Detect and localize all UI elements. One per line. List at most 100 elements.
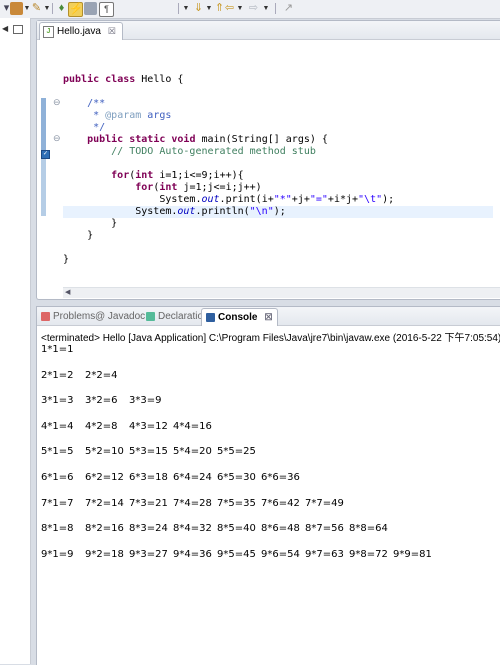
code-token: i=1;i<=9;i++){ xyxy=(159,170,244,181)
code-line[interactable]: * @param args xyxy=(63,110,493,122)
code-token: args xyxy=(141,110,172,121)
output-cell: 9*6=54 xyxy=(261,548,300,560)
code-line[interactable]: System.out.println("\n"); xyxy=(63,206,493,218)
code-line[interactable]: public class Hello { xyxy=(63,74,493,86)
code-line[interactable]: } xyxy=(63,218,493,230)
code-token: public xyxy=(63,134,130,145)
output-cell: 8*6=48 xyxy=(261,523,300,535)
dropdown-arrow-icon[interactable]: ▼ xyxy=(236,2,244,15)
output-row: 2*1=2 2*2=4 xyxy=(41,370,500,396)
task-marker-icon[interactable]: ✓ xyxy=(41,150,50,159)
close-tab-icon[interactable]: ☒ xyxy=(108,26,116,37)
output-cell: 1*1=1 xyxy=(41,344,74,355)
forward-icon[interactable]: ⇨ xyxy=(247,2,260,15)
code-line[interactable]: } xyxy=(63,230,493,242)
code-token: .println( xyxy=(195,206,250,217)
code-token: * xyxy=(63,110,106,121)
code-body[interactable]: ⊖ ⊖ ✓ public class Hello { /** * @param … xyxy=(37,40,500,300)
java-editor: J Hello.java ☒ ⊖ ⊖ ✓ public class Hello … xyxy=(36,20,500,300)
code-line[interactable] xyxy=(63,158,493,170)
dropdown-arrow-icon[interactable]: ▼ xyxy=(262,2,270,15)
code-token: public xyxy=(63,74,106,85)
main-toolbar: ▾ ▼ ✎ ▼ ♦ ⚡ ¶ ▼ ⇓ ▼ ⇑ ⇦ ▼ ⇨ ▼ ↗ xyxy=(0,0,500,19)
code-line[interactable]: } xyxy=(63,254,493,266)
toggle-mark-icon[interactable]: ⚡ xyxy=(68,2,83,17)
code-line[interactable] xyxy=(63,86,493,98)
output-cell: 5*1=5 xyxy=(41,446,74,458)
output-cell: 3*2=6 xyxy=(85,395,118,407)
code-line[interactable] xyxy=(63,242,493,254)
code-token: for xyxy=(63,182,154,193)
code-token: ); xyxy=(382,194,395,205)
code-line[interactable]: /** xyxy=(63,98,493,110)
next-annotation-icon[interactable]: ⇓ xyxy=(192,2,205,15)
code-token: /** xyxy=(63,98,106,109)
collapse-arrow-icon[interactable]: ◀ xyxy=(2,24,8,33)
output-cell: 8*5=40 xyxy=(217,523,256,535)
declaration-icon xyxy=(146,312,155,321)
fold-toggle-icon[interactable]: ⊖ xyxy=(53,97,61,108)
code-token: "\n" xyxy=(249,206,274,217)
code-token: "\t" xyxy=(358,194,383,205)
back-icon[interactable]: ⇦ xyxy=(223,2,236,15)
java-file-icon: J xyxy=(43,25,54,38)
tab-hello-java[interactable]: J Hello.java ☒ xyxy=(39,22,123,40)
scroll-left-icon[interactable]: ◀ xyxy=(65,288,70,296)
fold-toggle-icon[interactable]: ⊖ xyxy=(53,133,61,144)
code-token: int xyxy=(159,182,184,193)
output-cell: 4*3=12 xyxy=(129,420,168,432)
tab-label: Console xyxy=(218,312,258,323)
output-cell: 7*4=28 xyxy=(173,497,212,509)
code-line[interactable]: for(int j=1;j<=i;j++) xyxy=(63,182,493,194)
code-token: +i*j+ xyxy=(327,194,359,205)
code-token: @param xyxy=(105,110,142,121)
output-cell: 9*1=9 xyxy=(41,548,74,560)
output-row: 4*1=4 4*2=8 4*3=12 4*4=16 xyxy=(41,421,500,447)
output-row: 9*1=9 9*2=18 9*3=27 9*4=36 9*5=45 9*6=54 9*7=6… xyxy=(41,549,500,575)
block-selection-icon[interactable] xyxy=(84,2,97,15)
output-row: 7*1=7 7*2=14 7*3=21 7*4=28 7*5=35 7*6=42 7*7=4… xyxy=(41,498,500,524)
tab-problems[interactable]: Problems xyxy=(41,309,95,324)
code-line[interactable]: public static void main(String[] args) { xyxy=(63,134,493,146)
output-cell: 6*1=6 xyxy=(41,471,74,483)
minimize-icon[interactable] xyxy=(13,25,23,34)
console-icon xyxy=(206,313,215,322)
output-cell: 7*3=21 xyxy=(129,497,168,509)
dropdown-arrow-icon[interactable]: ▼ xyxy=(43,2,51,15)
code-token: static xyxy=(129,134,172,145)
tab-javadoc[interactable]: @ Javadoc xyxy=(95,309,145,324)
code-line[interactable]: for(int i=1;i<=9;i++){ xyxy=(63,170,493,182)
output-cell: 2*2=4 xyxy=(85,369,118,381)
source-code[interactable]: public class Hello { /** * @param args *… xyxy=(63,74,493,266)
tab-declaration[interactable]: Declaration xyxy=(146,309,209,324)
code-token: System. xyxy=(63,206,178,217)
output-cell: 9*8=72 xyxy=(349,548,388,560)
code-token: .print(i+ xyxy=(219,194,274,205)
tab-console[interactable]: Console ☒ xyxy=(201,308,278,326)
dropdown-arrow-icon[interactable]: ▼ xyxy=(205,2,213,15)
output-cell: 4*2=8 xyxy=(85,420,118,432)
output-row: 3*1=3 3*2=6 3*3=9 xyxy=(41,395,500,421)
close-tab-icon[interactable]: ☒ xyxy=(264,312,272,323)
palette-icon[interactable] xyxy=(10,2,23,15)
console-output[interactable]: 1*1=1 2*1=2 2*2=4 3*1=3 3*2=6 3*3=9 4*1=4 4*2=8… xyxy=(41,344,500,574)
output-cell: 7*1=7 xyxy=(41,497,74,509)
code-line[interactable]: */ xyxy=(63,122,493,134)
overview-ruler-highlight xyxy=(41,98,46,158)
document-icon[interactable]: ¶ xyxy=(99,2,114,17)
code-line[interactable]: System.out.print(i+"*"+j+"="+i*j+"\t"); xyxy=(63,194,493,206)
horizontal-scrollbar[interactable]: ◀ xyxy=(63,287,500,298)
code-token: ); xyxy=(273,206,286,217)
dropdown-arrow-icon[interactable]: ▼ xyxy=(182,2,190,15)
code-token: // TODO Auto-generated method stub xyxy=(63,146,316,157)
code-line[interactable]: // TODO Auto-generated method stub xyxy=(63,146,493,158)
output-cell: 8*2=16 xyxy=(85,523,124,535)
code-token: */ xyxy=(63,122,106,133)
output-cell: 9*4=36 xyxy=(173,548,212,560)
output-cell: 7*7=49 xyxy=(305,497,344,509)
pin-editor-icon[interactable]: ↗ xyxy=(282,2,295,15)
new-wizard-icon[interactable]: ♦ xyxy=(55,2,68,15)
output-cell: 8*7=56 xyxy=(305,523,344,535)
console-tab-bar: Problems @ Javadoc Declaration Console ☒ xyxy=(37,307,500,326)
pin-icon[interactable]: ✎ xyxy=(30,2,43,15)
